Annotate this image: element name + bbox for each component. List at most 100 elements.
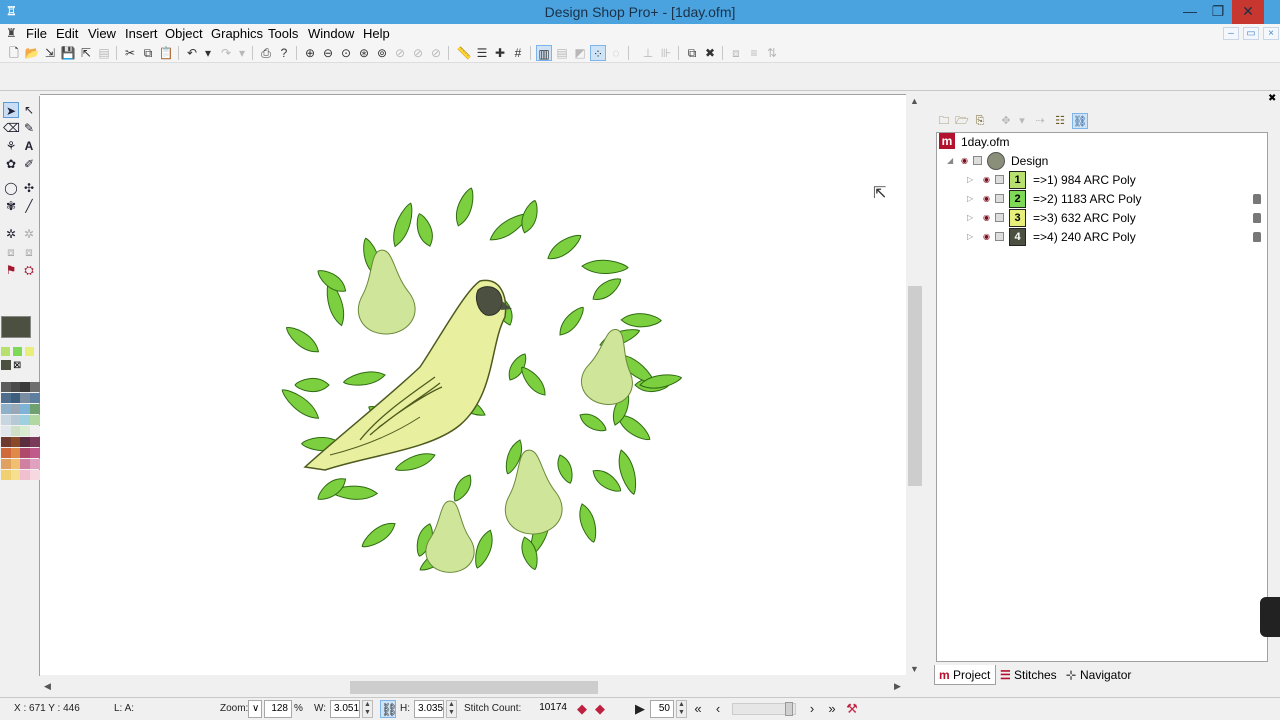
zoom-page-icon[interactable]: ⊘: [428, 45, 444, 61]
design-canvas[interactable]: ⇱: [40, 94, 906, 675]
palette-swatch[interactable]: [29, 470, 40, 480]
order-icon[interactable]: ≡: [746, 45, 762, 61]
speed-spinner[interactable]: ▲ ▼: [676, 700, 687, 718]
document-icon[interactable]: ♜: [6, 26, 17, 40]
undo-dropdown-icon[interactable]: ▾: [200, 45, 216, 61]
side-handle[interactable]: [1260, 597, 1280, 637]
circle-tool-icon[interactable]: ◯: [3, 180, 19, 196]
new-icon[interactable]: 🗋: [6, 45, 22, 61]
vertical-scrollbar[interactable]: ▲ ▼: [906, 94, 924, 675]
no-color-icon[interactable]: ⊠: [13, 360, 25, 372]
tree-root[interactable]: m 1day.ofm: [937, 133, 1267, 152]
insert-stitch-tool-icon[interactable]: ⧈: [3, 244, 19, 260]
expand-icon[interactable]: ▷: [967, 213, 973, 222]
show-points-icon[interactable]: ⁘: [590, 45, 606, 61]
folder-new-icon[interactable]: 🗁: [954, 113, 970, 129]
visibility-icon[interactable]: ◉: [983, 213, 992, 222]
palette-swatch[interactable]: [20, 470, 30, 480]
zoom-all-icon[interactable]: ⊚: [374, 45, 390, 61]
palette-swatch[interactable]: [20, 437, 30, 447]
palette-swatch[interactable]: [1, 426, 11, 436]
align-icon[interactable]: ⊥: [640, 45, 656, 61]
menu-insert[interactable]: Insert: [125, 26, 158, 41]
folder-open-icon[interactable]: 🗀: [936, 113, 952, 129]
collapse-icon[interactable]: ◢: [947, 156, 953, 165]
palette-swatch[interactable]: [10, 470, 21, 480]
palette-swatch[interactable]: [1, 393, 11, 403]
save-icon[interactable]: 💾: [60, 45, 76, 61]
palette-swatch[interactable]: [20, 415, 30, 425]
palette-swatch[interactable]: [1, 470, 11, 480]
menu-window[interactable]: Window: [308, 26, 354, 41]
cut-icon[interactable]: ✂: [122, 45, 138, 61]
copy-icon[interactable]: ⧉: [140, 45, 156, 61]
expand-icon[interactable]: ▷: [967, 232, 973, 241]
menu-tools[interactable]: Tools: [268, 26, 298, 41]
stitch-jump-icon[interactable]: ⚒: [844, 700, 860, 718]
zoom-previous-icon[interactable]: ⊘: [392, 45, 408, 61]
help-icon[interactable]: ?: [276, 45, 292, 61]
tab-navigator[interactable]: ⊹ Navigator: [1062, 665, 1142, 685]
paste-icon[interactable]: 📋: [158, 45, 174, 61]
zoom-selection-icon[interactable]: ⊘: [410, 45, 426, 61]
lock-aspect-icon[interactable]: ⛓: [380, 700, 398, 718]
zoom-fit-icon[interactable]: ⊛: [356, 45, 372, 61]
palette-swatch[interactable]: [20, 459, 30, 469]
stitch-slider[interactable]: [732, 702, 796, 716]
visibility-icon[interactable]: ◉: [961, 156, 970, 165]
line-tool-icon[interactable]: ╱: [21, 198, 37, 214]
palette-swatch[interactable]: [10, 415, 21, 425]
zoom-window-icon[interactable]: ⊙: [338, 45, 354, 61]
tab-project[interactable]: m Project: [934, 665, 996, 685]
palette-swatch[interactable]: [10, 437, 21, 447]
crosshair-icon[interactable]: ✚: [492, 45, 508, 61]
stitch-up-down-icon[interactable]: ◆: [592, 700, 608, 718]
move-dropdown-icon[interactable]: ▾: [1014, 113, 1030, 129]
sort-icon[interactable]: ⇅: [764, 45, 780, 61]
palette-swatch[interactable]: [20, 393, 30, 403]
thread-slot-2[interactable]: [13, 347, 22, 356]
scroll-right-arrow-icon[interactable]: ▶: [894, 681, 901, 692]
menu-help[interactable]: Help: [363, 26, 390, 41]
visibility-icon[interactable]: ◉: [983, 175, 992, 184]
stitch-slider-thumb[interactable]: [785, 702, 793, 716]
first-stitch-icon[interactable]: «: [690, 700, 706, 718]
scroll-down-arrow-icon[interactable]: ▼: [910, 664, 919, 674]
thread-slot-3[interactable]: [25, 347, 34, 356]
palette-swatch[interactable]: [1, 404, 11, 414]
eraser-tool-icon[interactable]: ⌫: [3, 120, 20, 136]
next-stitch-icon[interactable]: ›: [804, 700, 820, 718]
menu-graphics[interactable]: Graphics: [211, 26, 263, 41]
palette-swatch[interactable]: [20, 426, 30, 436]
select-tool-icon[interactable]: ➤: [3, 102, 19, 118]
palette-swatch[interactable]: [10, 393, 21, 403]
reshape-tool-icon[interactable]: ↖: [21, 102, 37, 118]
stitch-left-right-icon[interactable]: ◆: [574, 700, 590, 718]
auto-trace-tool-icon[interactable]: ✣: [21, 180, 37, 196]
expand-icon[interactable]: ▷: [967, 175, 973, 184]
lock-toggle[interactable]: [973, 156, 982, 165]
lock-toggle[interactable]: [995, 232, 1004, 241]
current-color-swatch[interactable]: [1, 316, 31, 338]
palette-swatch[interactable]: [29, 426, 40, 436]
height-spinner[interactable]: ▲ ▼: [446, 700, 457, 718]
palette-swatch[interactable]: [29, 393, 40, 403]
background-icon[interactable]: ▤: [554, 45, 570, 61]
zoom-out-icon[interactable]: ⊖: [320, 45, 336, 61]
menu-object[interactable]: Object: [165, 26, 203, 41]
run-tool-icon[interactable]: ✐: [21, 156, 37, 172]
tree-layer-row[interactable]: ▷ ◉ 1 =>1) 984 ARC Poly: [937, 171, 1267, 190]
width-input[interactable]: 3.051: [330, 700, 360, 718]
tree-layer-row[interactable]: ▷ ◉ 3 =>3) 632 ARC Poly: [937, 209, 1267, 228]
lock-toggle[interactable]: [995, 175, 1004, 184]
last-stitch-icon[interactable]: »: [824, 700, 840, 718]
height-input[interactable]: 3.035: [414, 700, 444, 718]
close-button[interactable]: ✕: [1232, 0, 1264, 24]
link-icon[interactable]: ⛓: [1072, 113, 1088, 129]
previous-stitch-icon[interactable]: ‹: [710, 700, 726, 718]
palette-swatch[interactable]: [1, 459, 11, 469]
palette-swatch[interactable]: [29, 437, 40, 447]
tree-layer-row[interactable]: ▷ ◉ 2 =>2) 1183 ARC Poly: [937, 190, 1267, 209]
expand-icon[interactable]: ▷: [967, 194, 973, 203]
fill-tool-icon[interactable]: ✾: [3, 198, 19, 214]
